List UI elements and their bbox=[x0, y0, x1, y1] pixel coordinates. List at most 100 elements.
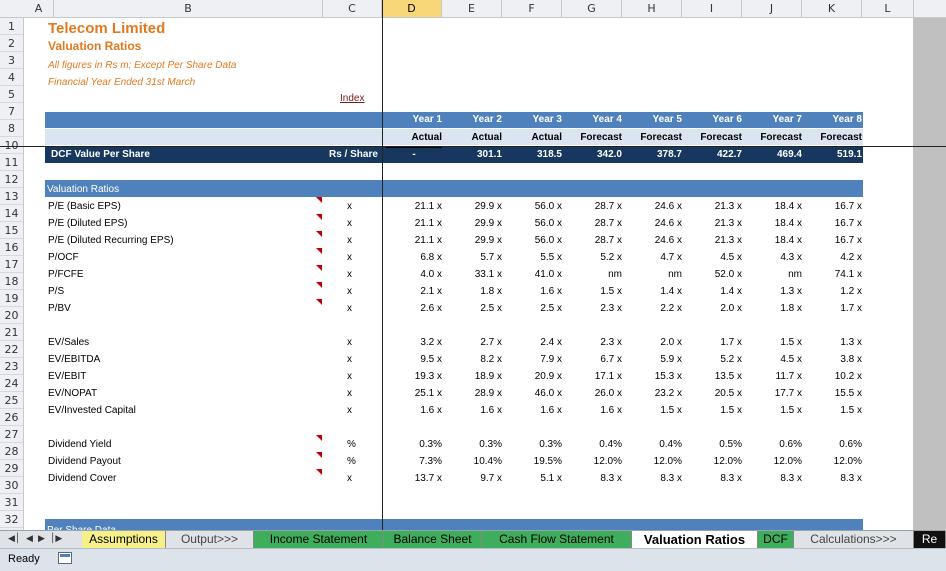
comment-indicator-icon[interactable] bbox=[316, 231, 322, 237]
row-header[interactable]: 17 bbox=[0, 256, 23, 273]
row-header[interactable]: 3 bbox=[0, 52, 23, 69]
ratio-value: 2.3 x bbox=[600, 337, 622, 348]
sheet-tab[interactable]: DCF bbox=[758, 531, 794, 548]
period-type-header: Actual bbox=[471, 132, 502, 143]
row-header[interactable]: 4 bbox=[0, 69, 23, 86]
dcf-unit: Rs / Share bbox=[329, 149, 378, 160]
comment-indicator-icon[interactable] bbox=[316, 197, 322, 203]
row-header[interactable]: 20 bbox=[0, 307, 23, 324]
tab-navigation[interactable]: ◀│ ◀ ▶ │▶ bbox=[0, 531, 80, 548]
next-sheet-icon[interactable]: ▶ bbox=[38, 531, 45, 548]
row-header[interactable]: 27 bbox=[0, 426, 23, 443]
ratio-unit: x bbox=[347, 354, 352, 365]
row-header[interactable]: 18 bbox=[0, 273, 23, 290]
ratio-value: 28.9 x bbox=[474, 388, 502, 399]
column-header[interactable]: A bbox=[24, 0, 54, 17]
first-sheet-icon[interactable]: ◀│ bbox=[8, 531, 20, 548]
column-header[interactable]: C bbox=[323, 0, 382, 17]
units-note: All figures in Rs m; Except Per Share Da… bbox=[48, 60, 237, 71]
ratio-unit: x bbox=[347, 303, 352, 314]
sheet-tab[interactable]: Output>>> bbox=[166, 531, 254, 548]
sheet-tab[interactable]: Balance Sheet bbox=[384, 531, 482, 548]
ratio-value: 24.6 x bbox=[654, 235, 682, 246]
row-header[interactable]: 13 bbox=[0, 188, 23, 205]
ratio-value: 2.5 x bbox=[480, 303, 502, 314]
ratio-label: EV/EBIT bbox=[48, 371, 87, 382]
comment-indicator-icon[interactable] bbox=[316, 299, 322, 305]
comment-indicator-icon[interactable] bbox=[316, 265, 322, 271]
row-header[interactable]: 16 bbox=[0, 239, 23, 256]
sheet-tab[interactable]: Re bbox=[914, 531, 946, 548]
ratio-value: 0.3% bbox=[479, 439, 502, 450]
column-header[interactable]: H bbox=[622, 0, 682, 17]
valuation-ratios-band bbox=[45, 180, 863, 197]
column-header[interactable]: J bbox=[742, 0, 802, 17]
row-header[interactable]: 23 bbox=[0, 358, 23, 375]
row-header[interactable]: 11 bbox=[0, 154, 23, 171]
row-header[interactable]: 22 bbox=[0, 341, 23, 358]
row-header[interactable]: 1 bbox=[0, 18, 23, 35]
sheet-tab[interactable]: Calculations>>> bbox=[794, 531, 914, 548]
sheet-tab[interactable]: Valuation Ratios bbox=[632, 531, 758, 548]
comment-indicator-icon[interactable] bbox=[316, 452, 322, 458]
ratio-value: 0.5% bbox=[719, 439, 742, 450]
row-header[interactable]: 32 bbox=[0, 511, 23, 528]
ratio-value: 16.7 x bbox=[834, 201, 862, 212]
row-header[interactable]: 14 bbox=[0, 205, 23, 222]
ratio-value: 2.3 x bbox=[600, 303, 622, 314]
row-header[interactable]: 25 bbox=[0, 392, 23, 409]
ratio-value: nm bbox=[608, 269, 622, 280]
column-header[interactable]: I bbox=[682, 0, 742, 17]
period-type-header: Forecast bbox=[640, 132, 682, 143]
ratio-value: 24.6 x bbox=[654, 218, 682, 229]
row-header[interactable]: 29 bbox=[0, 460, 23, 477]
row-header[interactable]: 24 bbox=[0, 375, 23, 392]
column-header[interactable]: G bbox=[562, 0, 622, 17]
sheet-tab[interactable]: Cash Flow Statement bbox=[482, 531, 632, 548]
ratio-value: 21.3 x bbox=[714, 218, 742, 229]
sheet-tab[interactable]: Assumptions bbox=[82, 531, 166, 548]
column-header[interactable]: E bbox=[442, 0, 502, 17]
row-header[interactable]: 30 bbox=[0, 477, 23, 494]
row-header[interactable]: 31 bbox=[0, 494, 23, 511]
ratio-value: 2.2 x bbox=[660, 303, 682, 314]
sheet-tab[interactable]: Income Statement bbox=[254, 531, 384, 548]
sheet-grid[interactable]: Telecom Limited Valuation Ratios All fig… bbox=[25, 18, 913, 530]
row-header[interactable]: 19 bbox=[0, 290, 23, 307]
row-header[interactable]: 15 bbox=[0, 222, 23, 239]
ratio-unit: x bbox=[347, 405, 352, 416]
ratio-value: 1.8 x bbox=[780, 303, 802, 314]
comment-indicator-icon[interactable] bbox=[316, 435, 322, 441]
period-type-header: Forecast bbox=[700, 132, 742, 143]
macro-record-icon[interactable] bbox=[58, 552, 72, 564]
ratio-unit: % bbox=[347, 456, 356, 467]
row-header[interactable]: 26 bbox=[0, 409, 23, 426]
column-header[interactable]: K bbox=[802, 0, 862, 17]
row-header[interactable]: 28 bbox=[0, 443, 23, 460]
dcf-value: 342.0 bbox=[596, 149, 622, 160]
ratio-value: nm bbox=[788, 269, 802, 280]
comment-indicator-icon[interactable] bbox=[316, 469, 322, 475]
ratio-value: 4.0 x bbox=[420, 269, 442, 280]
column-header[interactable]: B bbox=[54, 0, 323, 17]
comment-indicator-icon[interactable] bbox=[316, 282, 322, 288]
row-header[interactable]: 12 bbox=[0, 171, 23, 188]
comment-indicator-icon[interactable] bbox=[316, 248, 322, 254]
row-header[interactable]: 2 bbox=[0, 35, 23, 52]
column-header[interactable]: F bbox=[502, 0, 562, 17]
comment-indicator-icon[interactable] bbox=[316, 214, 322, 220]
row-header[interactable]: 8 bbox=[0, 120, 23, 137]
ratio-label: Dividend Payout bbox=[48, 456, 121, 467]
index-link[interactable]: Index bbox=[340, 90, 364, 107]
year-header: Year 7 bbox=[772, 114, 802, 125]
last-sheet-icon[interactable]: │▶ bbox=[50, 531, 62, 548]
ratio-value: 18.9 x bbox=[474, 371, 502, 382]
row-header[interactable]: 7 bbox=[0, 103, 23, 120]
column-header[interactable]: D bbox=[382, 0, 442, 17]
prev-sheet-icon[interactable]: ◀ bbox=[26, 531, 33, 548]
row-header[interactable]: 21 bbox=[0, 324, 23, 341]
row-header[interactable]: 5 bbox=[0, 86, 23, 103]
ratio-value: 21.3 x bbox=[714, 235, 742, 246]
ratio-label: EV/EBITDA bbox=[48, 354, 101, 365]
column-header[interactable]: L bbox=[862, 0, 914, 17]
